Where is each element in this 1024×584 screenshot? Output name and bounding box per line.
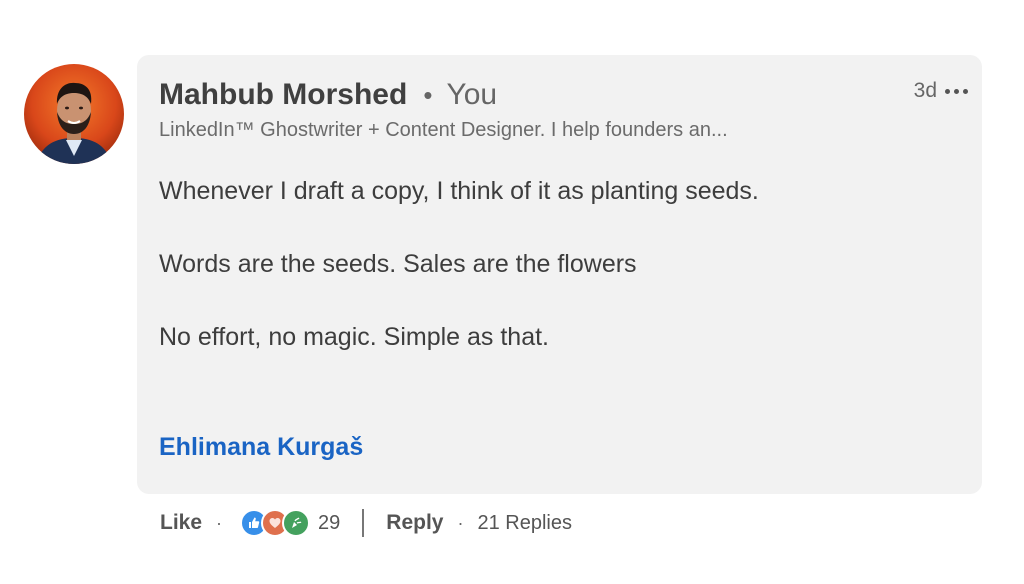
comment-paragraph: Whenever I draft a copy, I think of it a…	[159, 177, 759, 205]
mention-link[interactable]: Ehlimana Kurgaš	[159, 433, 363, 462]
actions-divider	[362, 509, 365, 537]
author-avatar[interactable]	[24, 64, 124, 164]
reply-button[interactable]: Reply	[386, 511, 443, 535]
more-horizontal-icon[interactable]	[943, 85, 970, 98]
author-separator: •	[423, 79, 433, 110]
reaction-count[interactable]: 29	[318, 512, 340, 535]
comment-paragraph: No effort, no magic. Simple as that.	[159, 323, 550, 351]
comment-paragraph: Words are the seeds. Sales are the flowe…	[159, 250, 637, 278]
comment-timestamp: 3d	[913, 79, 937, 102]
avatar-photo	[24, 64, 124, 164]
comment-actions: Like · 29 Reply · 21 Replies	[160, 505, 572, 541]
time-and-menu: 3d	[914, 79, 970, 103]
action-dot-separator: ·	[457, 512, 464, 533]
reactions-summary[interactable]	[240, 509, 311, 537]
action-dot-separator: ·	[216, 512, 223, 533]
author-headline: LinkedIn™ Ghostwriter + Content Designer…	[159, 119, 728, 141]
author-name[interactable]: Mahbub Morshed	[159, 78, 407, 112]
like-button[interactable]: Like	[160, 511, 202, 535]
celebrate-reaction-icon	[282, 509, 311, 537]
comment-bubble: Mahbub Morshed • You 3d LinkedIn™ Ghostw…	[137, 55, 982, 494]
author-line: Mahbub Morshed • You	[159, 77, 497, 113]
comment-body: Whenever I draft a copy, I think of it a…	[159, 173, 779, 392]
you-label: You	[446, 78, 498, 111]
replies-count-link[interactable]: 21 Replies	[477, 512, 572, 535]
